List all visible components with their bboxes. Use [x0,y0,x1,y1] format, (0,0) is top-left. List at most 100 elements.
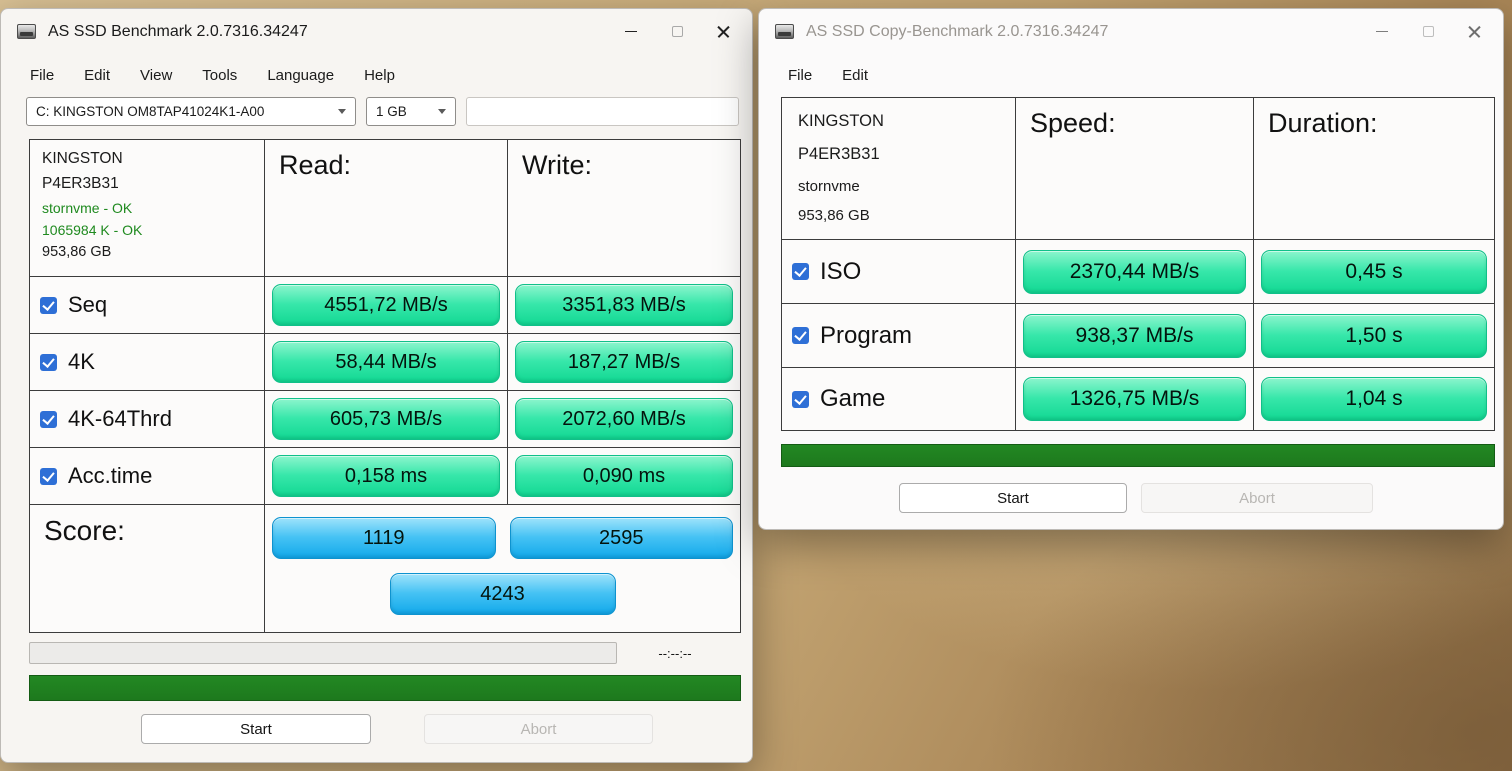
row-seq: Seq [30,277,265,334]
minimize-icon [1376,31,1388,32]
total-score: 4243 [390,573,616,615]
result-value: 2072,60 MB/s [515,398,733,440]
maximize-button[interactable] [654,13,700,51]
overall-progress-bar [29,675,741,701]
test-name: 4K [68,349,95,375]
close-icon [717,25,730,38]
overall-progress-bar [781,444,1495,467]
iso-speed-cell: 2370,44 MB/s [1016,240,1254,304]
title-bar[interactable]: AS SSD Copy-Benchmark 2.0.7316.34247 [759,9,1503,54]
desktop-background: { "benchmark": { "title": "AS SSD Benchm… [0,0,1512,771]
device-driver: stornvme [798,178,999,195]
device-vendor: KINGSTON [798,112,999,131]
program-duration-cell: 1,50 s [1254,304,1494,368]
device-info-cell: KINGSTON P4ER3B31 stornvme 953,86 GB [782,98,1016,240]
close-button[interactable] [1451,13,1497,51]
read-column-header: Read: [265,140,508,277]
result-value: 3351,83 MB/s [515,284,733,326]
score-values-cell: 1119 2595 4243 [265,505,740,632]
duration-column-header: Duration: [1254,98,1494,240]
drive-select[interactable]: C: KINGSTON OM8TAP41024K1-A00 [26,97,356,126]
4k-checkbox[interactable] [40,354,57,371]
menu-edit[interactable]: Edit [827,61,883,90]
window-controls [608,13,752,51]
score-label: Score: [30,505,265,632]
window-title: AS SSD Benchmark 2.0.7316.34247 [48,23,308,41]
4k64-read-cell: 605,73 MB/s [265,391,508,448]
test-size-value: 1 GB [376,104,432,119]
result-value: 2370,44 MB/s [1023,250,1246,294]
seq-write-cell: 3351,83 MB/s [508,277,740,334]
acctime-checkbox[interactable] [40,468,57,485]
results-table: KINGSTON P4ER3B31 stornvme - OK 1065984 … [29,139,741,633]
benchmark-window: AS SSD Benchmark 2.0.7316.34247 File Edi… [0,8,753,763]
result-value: 0,45 s [1261,250,1487,294]
abort-button[interactable]: Abort [1141,483,1373,513]
device-model: P4ER3B31 [42,175,252,193]
chevron-down-icon [338,109,346,114]
title-bar[interactable]: AS SSD Benchmark 2.0.7316.34247 [1,9,752,54]
device-model: P4ER3B31 [798,145,999,164]
copy-benchmark-window: AS SSD Copy-Benchmark 2.0.7316.34247 Fil… [758,8,1504,530]
menu-bar: File Edit View Tools Language Help [1,54,752,96]
menu-view[interactable]: View [125,61,187,90]
menu-bar: File Edit [759,54,1503,96]
eta-text: --:--:-- [627,646,723,661]
result-value: 4551,72 MB/s [272,284,500,326]
app-icon [775,24,794,39]
window-title: AS SSD Copy-Benchmark 2.0.7316.34247 [806,23,1108,41]
result-value: 938,37 MB/s [1023,314,1246,358]
read-score: 1119 [272,517,496,559]
write-score: 2595 [510,517,734,559]
4k64-write-cell: 2072,60 MB/s [508,391,740,448]
row-iso: ISO [782,240,1016,304]
result-value: 1,50 s [1261,314,1487,358]
copy-results-table: KINGSTON P4ER3B31 stornvme 953,86 GB Spe… [781,97,1495,431]
seq-checkbox[interactable] [40,297,57,314]
program-checkbox[interactable] [792,327,809,344]
row-game: Game [782,368,1016,430]
menu-file[interactable]: File [773,61,827,90]
iso-checkbox[interactable] [792,263,809,280]
comment-field[interactable] [466,97,739,126]
window-controls [1359,13,1503,51]
menu-file[interactable]: File [15,61,69,90]
acctime-read-cell: 0,158 ms [265,448,508,505]
result-value: 58,44 MB/s [272,341,500,383]
device-info-cell: KINGSTON P4ER3B31 stornvme - OK 1065984 … [30,140,265,277]
result-value: 0,158 ms [272,455,500,497]
game-checkbox[interactable] [792,391,809,408]
start-button[interactable]: Start [899,483,1127,513]
minimize-button[interactable] [608,13,654,51]
close-button[interactable] [700,13,746,51]
abort-button[interactable]: Abort [424,714,653,744]
row-4k: 4K [30,334,265,391]
menu-tools[interactable]: Tools [187,61,252,90]
4k64-checkbox[interactable] [40,411,57,428]
program-speed-cell: 938,37 MB/s [1016,304,1254,368]
result-value: 187,27 MB/s [515,341,733,383]
maximize-icon [1423,26,1434,37]
device-capacity: 953,86 GB [42,244,252,260]
result-value: 0,090 ms [515,455,733,497]
test-name: Game [820,385,885,413]
app-icon [17,24,36,39]
test-size-select[interactable]: 1 GB [366,97,456,126]
minimize-button[interactable] [1359,13,1405,51]
menu-help[interactable]: Help [349,61,410,90]
start-button[interactable]: Start [141,714,371,744]
4k-write-cell: 187,27 MB/s [508,334,740,391]
maximize-button[interactable] [1405,13,1451,51]
speed-column-header: Speed: [1016,98,1254,240]
device-capacity: 953,86 GB [798,207,999,224]
menu-language[interactable]: Language [252,61,349,90]
test-name: Acc.time [68,463,152,489]
game-duration-cell: 1,04 s [1254,368,1494,430]
minimize-icon [625,31,637,32]
maximize-icon [672,26,683,37]
write-column-header: Write: [508,140,740,277]
menu-edit[interactable]: Edit [69,61,125,90]
progress-bar [29,642,617,664]
row-4k64: 4K-64Thrd [30,391,265,448]
test-name: ISO [820,258,861,286]
